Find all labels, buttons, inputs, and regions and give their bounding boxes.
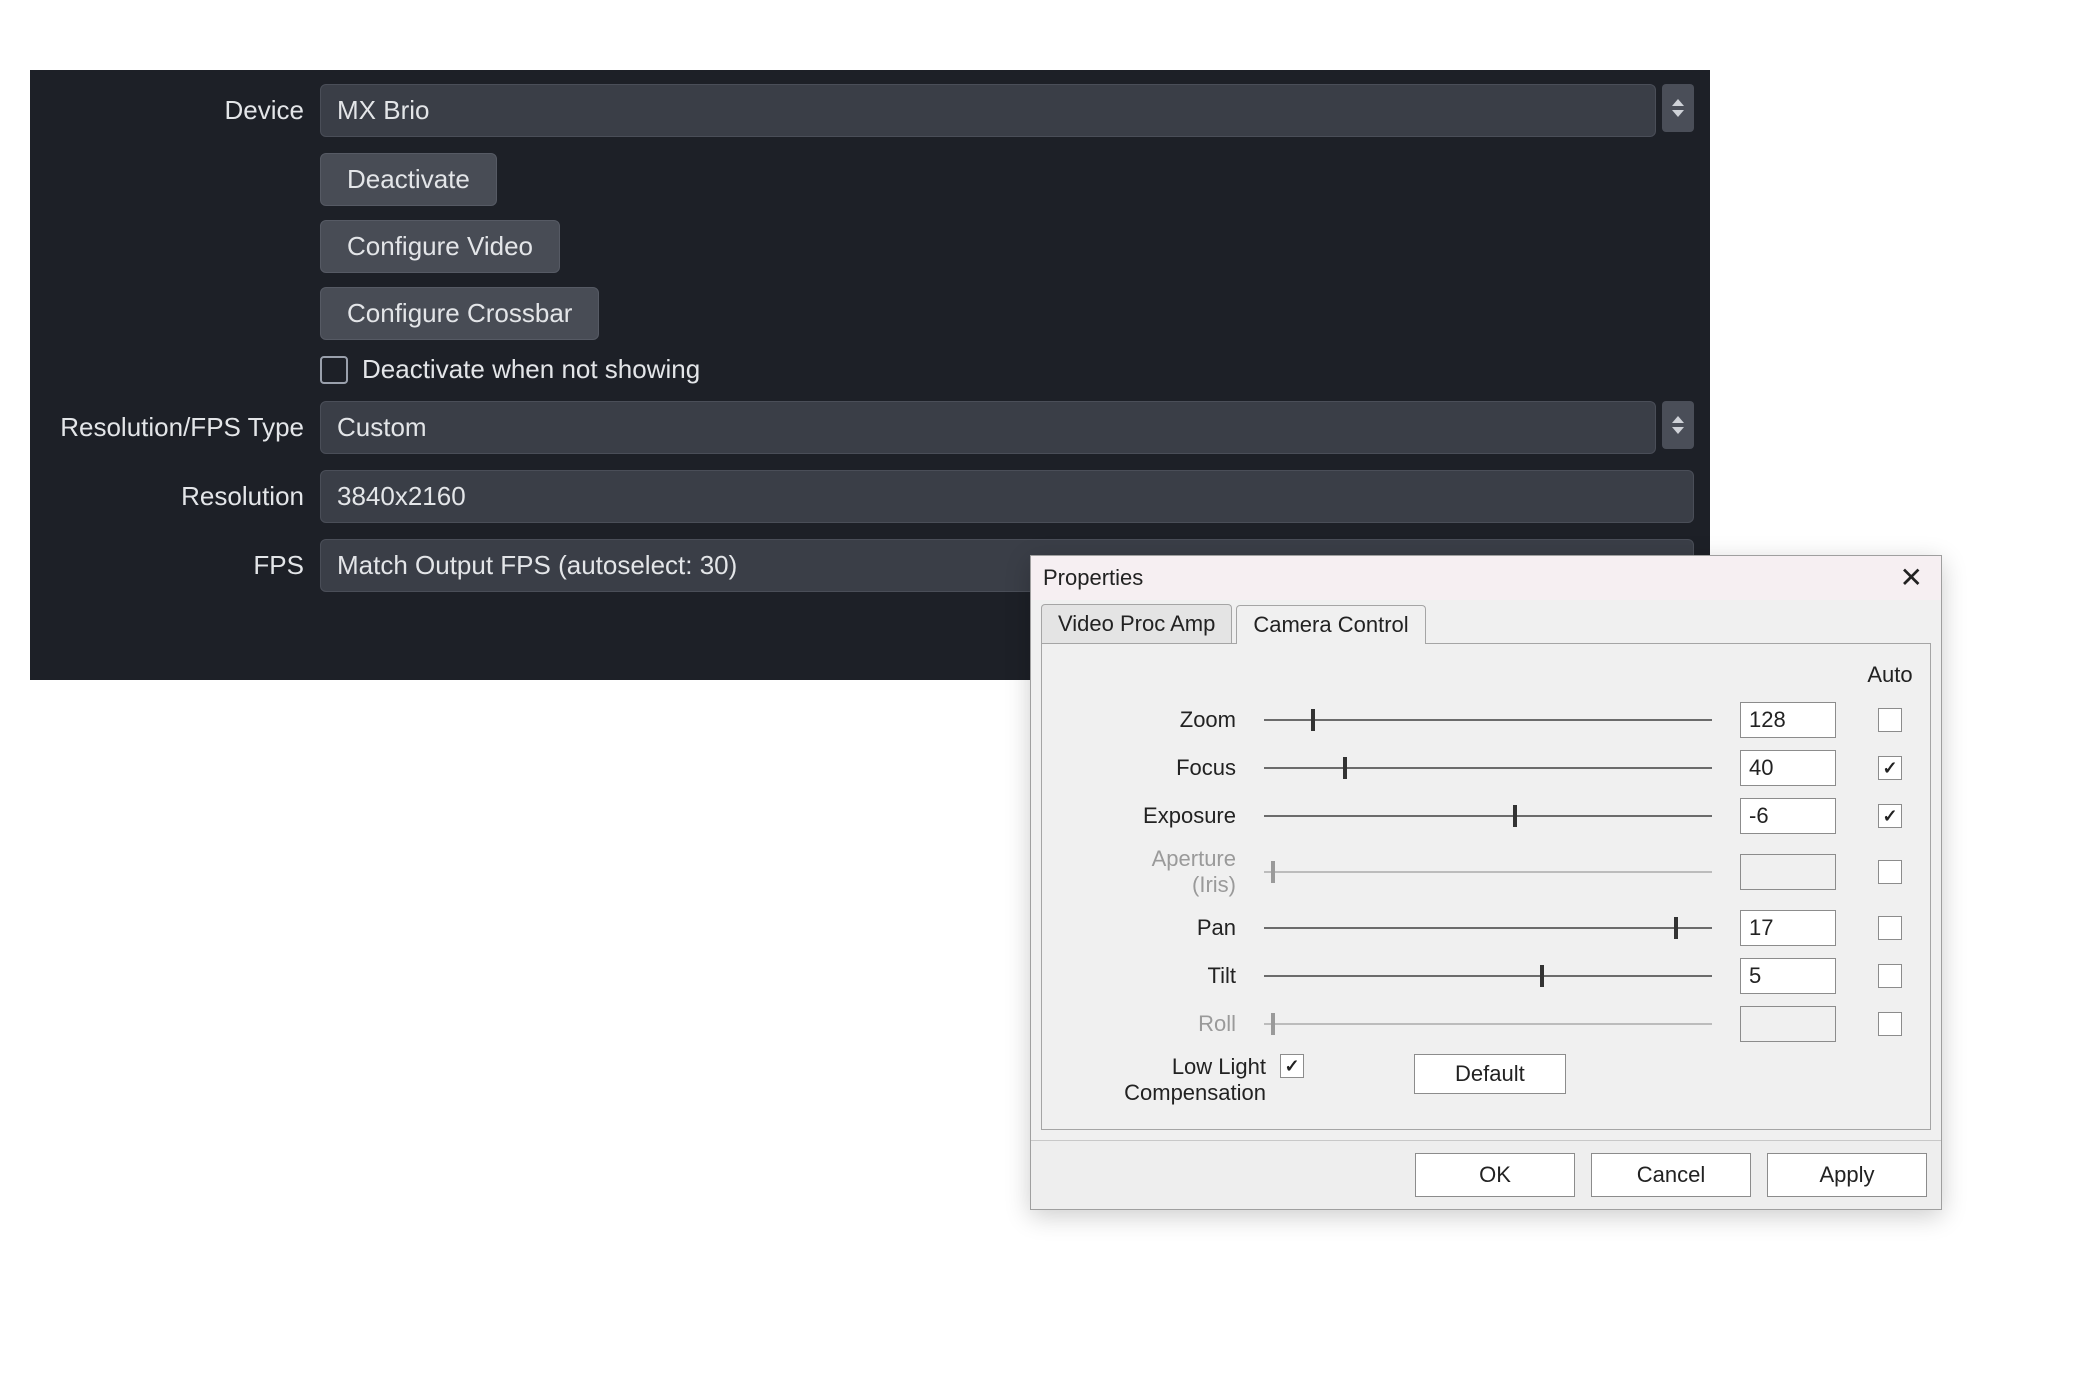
control-row: Zoom 128 [1056,696,1916,744]
control-auto-checkbox [1878,1012,1902,1036]
control-value-input[interactable]: 5 [1740,958,1836,994]
dialog-titlebar: Properties ✕ [1031,556,1941,600]
control-label: Exposure [1056,803,1236,829]
resolution-select[interactable]: 3840x2160 [320,470,1694,523]
device-value: MX Brio [337,95,429,126]
control-auto-checkbox[interactable] [1878,964,1902,988]
control-value-input [1740,854,1836,890]
control-slider [1264,1012,1712,1036]
low-light-compensation-checkbox[interactable] [1280,1054,1304,1078]
control-slider[interactable] [1264,804,1712,828]
control-label: Pan [1056,915,1236,941]
control-value-input[interactable]: -6 [1740,798,1836,834]
control-row: Tilt 5 [1056,952,1916,1000]
up-down-icon[interactable] [1662,84,1694,132]
deactivate-button[interactable]: Deactivate [320,153,497,206]
deactivate-when-not-showing-checkbox[interactable] [320,356,348,384]
control-slider[interactable] [1264,964,1712,988]
camera-control-panel: Auto Zoom 128 Focus 40 Exposure -6 Aperture (I… [1041,643,1931,1130]
resolution-fps-type-value: Custom [337,412,427,443]
properties-dialog: Properties ✕ Video Proc Amp Camera Contr… [1030,555,1942,1210]
control-label: Roll [1056,1011,1236,1037]
control-row: Focus 40 [1056,744,1916,792]
device-label: Device [30,95,320,126]
resolution-fps-type-select[interactable]: Custom [320,401,1694,454]
configure-video-button[interactable]: Configure Video [320,220,560,273]
control-row: Exposure -6 [1056,792,1916,840]
control-value-input[interactable]: 128 [1740,702,1836,738]
control-slider [1264,860,1712,884]
apply-button[interactable]: Apply [1767,1153,1927,1197]
control-label: Tilt [1056,963,1236,989]
control-row: Roll [1056,1000,1916,1048]
tab-camera-control[interactable]: Camera Control [1236,605,1425,644]
default-button[interactable]: Default [1414,1054,1566,1094]
resolution-fps-type-label: Resolution/FPS Type [30,412,320,443]
control-auto-checkbox[interactable] [1878,756,1902,780]
cancel-button[interactable]: Cancel [1591,1153,1751,1197]
resolution-value: 3840x2160 [337,481,466,512]
close-icon[interactable]: ✕ [1894,564,1929,592]
control-value-input[interactable]: 40 [1740,750,1836,786]
control-auto-checkbox[interactable] [1878,804,1902,828]
ok-button[interactable]: OK [1415,1153,1575,1197]
control-value-input[interactable]: 17 [1740,910,1836,946]
control-label: Aperture (Iris) [1056,846,1236,898]
fps-label: FPS [30,550,320,581]
low-light-compensation-label: Low Light Compensation [1056,1054,1266,1107]
deactivate-when-not-showing-label: Deactivate when not showing [362,354,700,385]
fps-value: Match Output FPS (autoselect: 30) [337,550,737,581]
device-select[interactable]: MX Brio [320,84,1694,137]
control-slider[interactable] [1264,756,1712,780]
up-down-icon[interactable] [1662,401,1694,449]
control-label: Focus [1056,755,1236,781]
control-auto-checkbox[interactable] [1878,916,1902,940]
control-auto-checkbox [1878,860,1902,884]
control-auto-checkbox[interactable] [1878,708,1902,732]
control-row: Pan 17 [1056,904,1916,952]
dialog-title: Properties [1043,565,1143,591]
control-slider[interactable] [1264,708,1712,732]
control-row: Aperture (Iris) [1056,840,1916,904]
resolution-label: Resolution [30,481,320,512]
tab-video-proc-amp[interactable]: Video Proc Amp [1041,604,1232,643]
configure-crossbar-button[interactable]: Configure Crossbar [320,287,599,340]
control-slider[interactable] [1264,916,1712,940]
auto-column-header: Auto [1864,662,1916,688]
control-label: Zoom [1056,707,1236,733]
control-value-input [1740,1006,1836,1042]
